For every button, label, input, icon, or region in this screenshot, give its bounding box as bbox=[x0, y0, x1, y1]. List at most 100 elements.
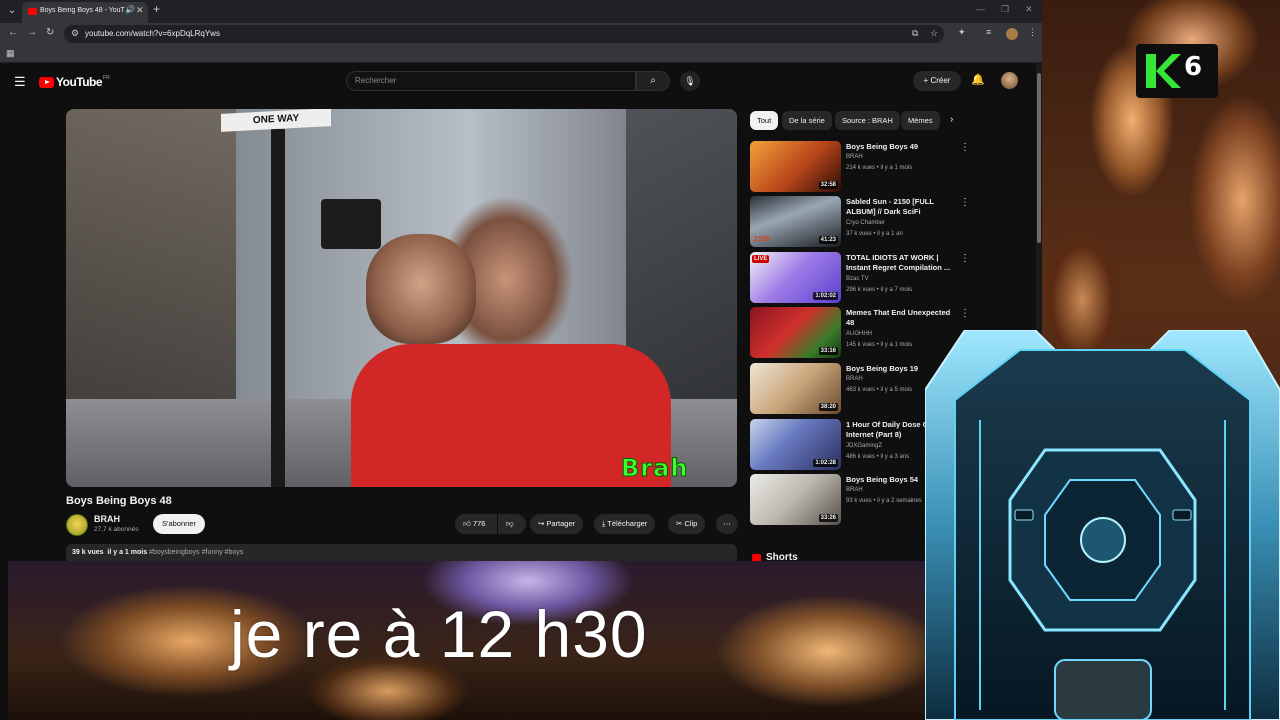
back-icon[interactable]: ← bbox=[8, 27, 18, 38]
close-tab-icon[interactable]: ✕ bbox=[136, 5, 144, 16]
recommendation-channel: BRAH bbox=[846, 487, 863, 493]
apps-grid-icon[interactable]: ▦ bbox=[6, 48, 15, 59]
recommendation-meta: 37 k vues • il y a 1 an bbox=[846, 231, 903, 237]
mic-icon: 🎙 bbox=[684, 76, 696, 86]
share-label: Partager bbox=[546, 519, 576, 528]
more-horizontal-icon: ⋯ bbox=[723, 519, 731, 528]
youtube-play-icon bbox=[39, 76, 54, 88]
video-thumbnail[interactable]: 33:16 bbox=[750, 307, 841, 358]
menu-icon[interactable]: ☰ bbox=[14, 74, 26, 90]
dislike-button[interactable]: 👎︎ bbox=[498, 514, 526, 534]
create-button[interactable]: + Créer bbox=[913, 71, 961, 91]
recommendation-channel: BRAH bbox=[846, 154, 863, 160]
channel-name[interactable]: BRAH bbox=[94, 514, 120, 524]
extensions-icon[interactable]: ✦ bbox=[958, 27, 966, 38]
close-window-icon[interactable]: ✕ bbox=[1025, 4, 1033, 15]
recommendation-channel: Cryo Chamber bbox=[846, 220, 886, 226]
thumbs-up-icon: 👍︎ bbox=[463, 519, 473, 528]
channel-avatar[interactable] bbox=[66, 514, 88, 536]
maximize-icon[interactable]: ❐ bbox=[1001, 4, 1009, 15]
channel-badge: 6 bbox=[1136, 44, 1218, 98]
reload-icon[interactable]: ↻ bbox=[46, 27, 54, 38]
chip-source[interactable]: Source : BRAH bbox=[835, 111, 900, 130]
more-vertical-icon[interactable]: ⋮ bbox=[960, 142, 970, 153]
hashtags[interactable]: #boysbeingboys #funny #boys bbox=[149, 549, 243, 556]
share-button[interactable]: ↪ Partager bbox=[530, 514, 584, 534]
url-text: youtube.com/watch?v=6xpDqLRqYws bbox=[85, 29, 220, 38]
profile-avatar[interactable] bbox=[1006, 28, 1018, 40]
tab-list-icon[interactable]: ⌄ bbox=[4, 3, 20, 19]
chevron-right-icon[interactable]: › bbox=[950, 114, 953, 125]
street-sign: ONE WAY bbox=[221, 109, 331, 132]
media-controls-icon[interactable]: ≡ bbox=[986, 27, 991, 37]
chip-series[interactable]: De la série bbox=[782, 111, 832, 130]
k-logo-icon bbox=[1146, 54, 1181, 88]
scrollbar-thumb[interactable] bbox=[1037, 73, 1041, 243]
video-player[interactable]: ONE WAY Brah bbox=[66, 109, 737, 487]
logo-region: FR bbox=[103, 75, 110, 81]
chip-all[interactable]: Tout bbox=[750, 111, 779, 130]
recommendation-item[interactable]: LIVE 1:02:02 TOTAL IDIOTS AT WORK | Inst… bbox=[750, 252, 1040, 304]
more-actions-button[interactable]: ⋯ bbox=[716, 514, 738, 534]
notifications-bell-icon[interactable]: 🔔 bbox=[971, 73, 985, 86]
recommendation-meta: 463 k vues • il y a 5 mois bbox=[846, 387, 913, 393]
browser-toolbar: ← → ↻ ⚙ youtube.com/watch?v=6xpDqLRqYws … bbox=[0, 23, 1042, 45]
video-thumbnail[interactable]: 1:02:28 bbox=[750, 419, 841, 470]
bookmarks-bar: ▦ bbox=[0, 45, 1042, 63]
search-button[interactable]: ⌕ bbox=[636, 71, 670, 91]
audio-playing-icon[interactable]: 🔊 bbox=[125, 5, 135, 14]
recommendation-channel: JDXGamingZ bbox=[846, 443, 883, 449]
browser-tab-bar: ⌄ Boys Being Boys 48 - YouTube 🔊 ✕ + — ❐… bbox=[0, 0, 1042, 23]
account-avatar[interactable] bbox=[1001, 72, 1018, 89]
video-duration: 1:02:02 bbox=[813, 292, 838, 300]
recommendation-item[interactable]: 2150 41:23 Sabled Sun - 2150 [FULL ALBUM… bbox=[750, 196, 1040, 248]
more-vertical-icon[interactable]: ⋮ bbox=[960, 308, 970, 319]
search-icon: ⌕ bbox=[650, 75, 656, 86]
video-watermark: Brah bbox=[620, 454, 689, 483]
like-button[interactable]: 👍︎ 776 bbox=[455, 514, 497, 534]
video-thumbnail[interactable]: 33:26 bbox=[750, 474, 841, 525]
forward-icon[interactable]: → bbox=[27, 27, 37, 38]
video-frame-signal bbox=[321, 199, 381, 249]
new-tab-icon[interactable]: + bbox=[153, 2, 160, 16]
description-box[interactable]: 39 k vues il y a 1 mois #boysbeingboys #… bbox=[66, 544, 737, 561]
more-vertical-icon[interactable]: ⋮ bbox=[960, 197, 970, 208]
badge-number: 6 bbox=[1184, 52, 1203, 82]
recommendation-meta: 486 k vues • il y a 3 ans bbox=[846, 454, 910, 460]
live-badge: LIVE bbox=[752, 255, 770, 263]
video-thumbnail[interactable]: LIVE 1:02:02 bbox=[750, 252, 841, 303]
minimize-icon[interactable]: — bbox=[976, 4, 985, 14]
more-vertical-icon[interactable]: ⋮ bbox=[960, 253, 970, 264]
like-count: 776 bbox=[472, 519, 486, 528]
video-thumbnail[interactable]: 2150 41:23 bbox=[750, 196, 841, 247]
video-thumbnail[interactable]: 32:58 bbox=[750, 141, 841, 192]
video-frame-person bbox=[366, 234, 476, 344]
youtube-logo[interactable]: YouTube FR bbox=[39, 75, 110, 89]
recommendation-meta: 296 k vues • il y a 7 mois bbox=[846, 287, 913, 293]
address-bar[interactable]: ⚙ youtube.com/watch?v=6xpDqLRqYws ⧉ ☆ bbox=[64, 25, 944, 43]
recommendation-channel: AUGHHH bbox=[846, 331, 873, 337]
cast-icon[interactable]: ⧉ bbox=[912, 28, 918, 39]
browser-menu-icon[interactable]: ⋮ bbox=[1028, 27, 1037, 38]
site-info-icon[interactable]: ⚙ bbox=[71, 28, 79, 39]
browser-tab[interactable]: Boys Being Boys 48 - YouTube 🔊 ✕ bbox=[22, 2, 148, 23]
recommendation-item[interactable]: 32:58 Boys Being Boys 49 BRAH 214 k vues… bbox=[750, 141, 1040, 193]
download-button[interactable]: ⤓ Télécharger bbox=[594, 514, 656, 534]
bookmark-star-icon[interactable]: ☆ bbox=[930, 28, 938, 39]
recommendation-title: TOTAL IDIOTS AT WORK | Instant Regret Co… bbox=[846, 253, 951, 272]
video-duration: 41:23 bbox=[818, 236, 838, 244]
chip-memes[interactable]: Mèmes bbox=[901, 111, 940, 130]
search-input[interactable]: Rechercher bbox=[346, 71, 636, 91]
tab-title: Boys Being Boys 48 - YouTube bbox=[40, 7, 125, 14]
clip-button[interactable]: ✂ Clip bbox=[668, 514, 706, 534]
subscribe-button[interactable]: S'abonner bbox=[153, 514, 205, 534]
video-title: Boys Being Boys 48 bbox=[66, 495, 172, 507]
view-count: 39 k vues bbox=[72, 549, 104, 556]
youtube-favicon-icon bbox=[28, 8, 37, 15]
recommendation-meta: 93 k vues • il y a 2 semaines bbox=[846, 498, 922, 504]
video-frame-pole bbox=[271, 129, 285, 487]
upload-date: il y a 1 mois bbox=[107, 549, 148, 556]
recommendation-title: Memes That End Unexpected 48 bbox=[846, 308, 951, 327]
video-thumbnail[interactable]: 38:20 bbox=[750, 363, 841, 414]
voice-search-button[interactable]: 🎙 bbox=[680, 71, 700, 91]
